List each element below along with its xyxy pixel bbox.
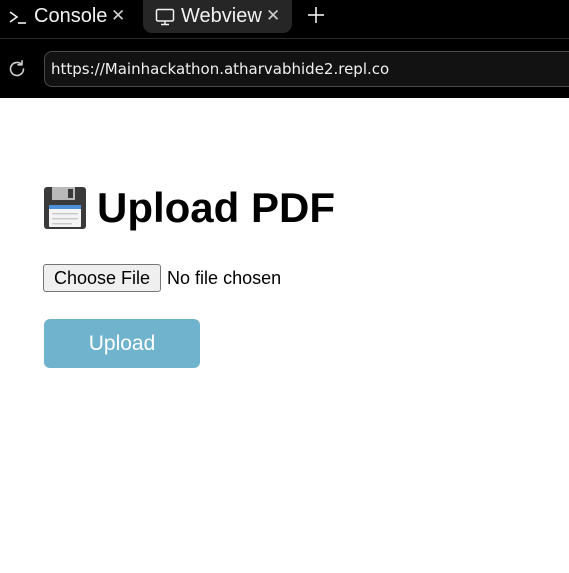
monitor-icon bbox=[155, 7, 175, 27]
webview-content: Upload PDF Choose File No file chosen Up… bbox=[0, 98, 569, 573]
file-input: Choose File No file chosen bbox=[43, 264, 281, 292]
plus-icon bbox=[308, 7, 324, 23]
tab-bar: Console ✕ Webview ✕ bbox=[0, 0, 569, 38]
tab-webview[interactable]: Webview ✕ bbox=[143, 0, 292, 33]
upload-button[interactable]: Upload bbox=[44, 319, 200, 368]
terminal-prompt-icon bbox=[8, 7, 28, 27]
reload-icon bbox=[9, 59, 25, 77]
page-title-text: Upload PDF bbox=[97, 184, 335, 231]
page-title: Upload PDF bbox=[43, 184, 335, 232]
close-icon[interactable]: ✕ bbox=[266, 6, 280, 26]
tab-console[interactable]: Console ✕ bbox=[0, 0, 140, 33]
tab-webview-label: Webview bbox=[181, 5, 262, 27]
tab-console-label: Console bbox=[34, 5, 108, 27]
floppy-disk-icon bbox=[43, 186, 87, 230]
address-bar bbox=[0, 39, 569, 98]
close-icon[interactable]: ✕ bbox=[111, 6, 125, 26]
file-status-text: No file chosen bbox=[167, 267, 282, 288]
choose-file-button[interactable]: Choose File bbox=[43, 264, 162, 292]
new-tab-button[interactable] bbox=[305, 3, 327, 27]
url-input[interactable] bbox=[44, 51, 569, 87]
reload-button[interactable] bbox=[7, 59, 27, 79]
